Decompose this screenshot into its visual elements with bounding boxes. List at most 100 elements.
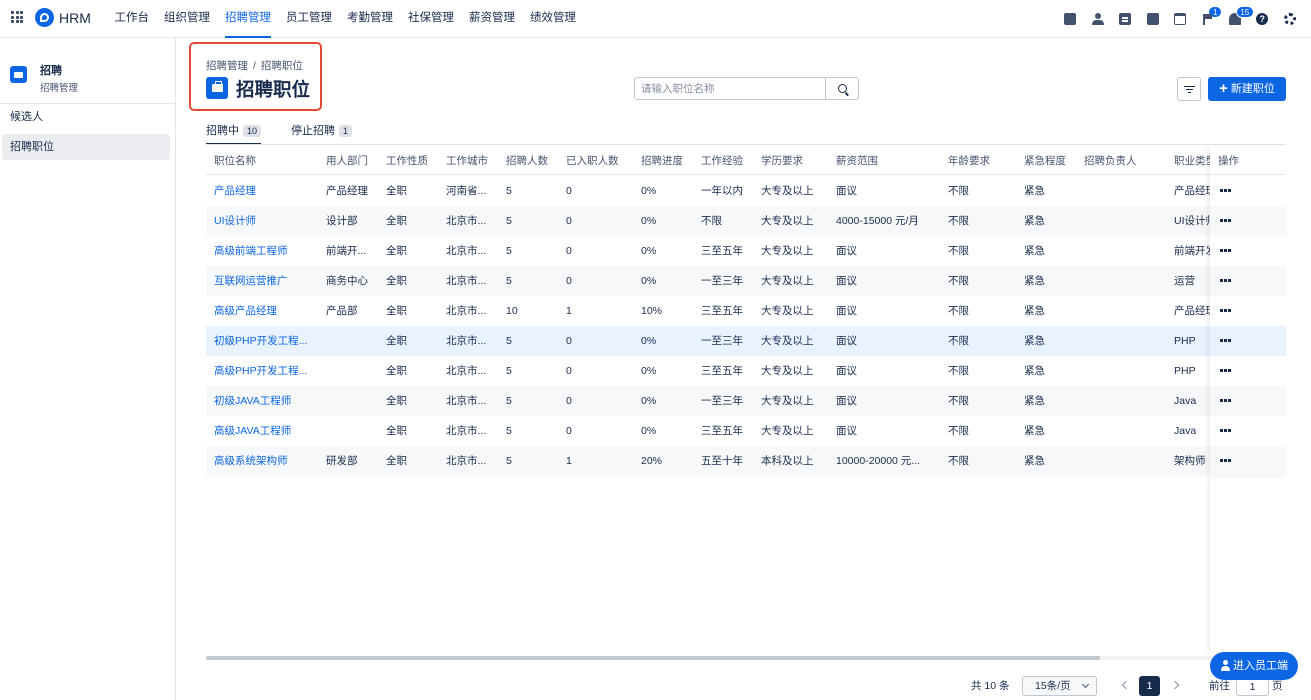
nav-item[interactable]: 绩效管理 (523, 0, 584, 38)
position-name-link[interactable]: 高级系统架构师 (214, 446, 312, 476)
contacts-icon[interactable] (1091, 13, 1104, 25)
calendar-icon[interactable] (1174, 13, 1187, 25)
nav-item[interactable]: 工作台 (107, 0, 157, 38)
nav-item[interactable]: 招聘管理 (218, 0, 279, 38)
column-header[interactable]: 已入职人数 (566, 147, 636, 175)
more-actions-icon[interactable] (1220, 459, 1231, 462)
column-header[interactable]: 年龄要求 (948, 147, 1018, 175)
column-header[interactable]: 招聘人数 (506, 147, 558, 175)
hrm-logo-icon[interactable] (35, 8, 54, 27)
table-row[interactable]: 产品经理 产品经理 全职 河南省... 5 0 0% 一年以内 大专及以上 面议 不限 紧急 产品经理 (206, 176, 1210, 206)
more-actions-icon[interactable] (1220, 219, 1231, 222)
sidebar-subtitle: 招聘管理 (40, 83, 79, 94)
position-name-link[interactable]: 高级PHP开发工程... (214, 356, 312, 386)
table-cell: 大专及以上 (761, 275, 814, 287)
filter-button[interactable] (1177, 77, 1201, 101)
table-row[interactable]: 互联网运营推广 商务中心 全职 北京市... 5 0 0% 一至三年 大专及以上 面议 不限 紧急 运营 (206, 266, 1210, 296)
search-button[interactable] (825, 78, 858, 99)
table-cell: 紧急 (1024, 215, 1045, 227)
table-row[interactable]: 高级PHP开发工程... 全职 北京市... 5 0 0% 三至五年 大专及以上 面议 不限 紧急 P… (206, 356, 1210, 386)
table-cell: 5 (506, 395, 512, 407)
column-header[interactable]: 工作城市 (446, 147, 494, 175)
more-actions-icon[interactable] (1220, 399, 1231, 402)
more-actions-icon[interactable] (1220, 279, 1231, 282)
position-name-link[interactable]: 初级PHP开发工程... (214, 326, 312, 356)
column-header[interactable]: 招聘负责人 (1084, 147, 1169, 175)
breadcrumb-item-recruitment[interactable]: 招聘管理 (206, 60, 248, 72)
table-cell: 面议 (836, 335, 857, 347)
more-actions-icon[interactable] (1220, 429, 1231, 432)
sidebar-item-job-positions[interactable]: 招聘职位 (2, 134, 170, 160)
nav-item[interactable]: 组织管理 (157, 0, 218, 38)
page-number-current[interactable]: 1 (1139, 676, 1160, 696)
tab-label: 停止招聘 (291, 125, 336, 137)
actions-cell (1210, 176, 1286, 206)
table-row[interactable]: 高级JAVA工程师 全职 北京市... 5 0 0% 三至五年 大专及以上 面议 不限 紧急 Java (206, 416, 1210, 446)
more-actions-icon[interactable] (1220, 249, 1231, 252)
table-row[interactable]: 高级系统架构师 研发部 全职 北京市... 5 1 20% 五至十年 本科及以上 10000-20… (206, 446, 1210, 476)
employee-portal-button[interactable]: 进入员工端 (1210, 652, 1298, 680)
position-name-link[interactable]: UI设计师 (214, 206, 312, 236)
position-name-link[interactable]: 高级JAVA工程师 (214, 416, 312, 446)
table-cell: 面议 (836, 365, 857, 377)
table-row[interactable]: 高级前端工程师 前端开... 全职 北京市... 5 0 0% 三至五年 大专及以上 面议 不限 紧急… (206, 236, 1210, 266)
column-header[interactable]: 职位名称 (214, 147, 312, 175)
bell-icon[interactable]: 15 (1228, 6, 1254, 25)
page-size-select[interactable]: 15条/页 (1022, 676, 1097, 696)
column-header[interactable]: 职业类型 (1174, 147, 1210, 175)
table-row[interactable]: UI设计师 设计部 全职 北京市... 5 0 0% 不限 大专及以上 4000-15000 元/… (206, 206, 1210, 236)
table-cell: 北京市... (446, 365, 487, 377)
position-name-link[interactable]: 高级产品经理 (214, 296, 312, 326)
table-cell: 大专及以上 (761, 215, 814, 227)
app-grid-icon[interactable] (11, 11, 23, 23)
column-header[interactable]: 用人部门 (326, 147, 374, 175)
table-row[interactable]: 初级JAVA工程师 全职 北京市... 5 0 0% 一至三年 大专及以上 面议 不限 紧急 Java (206, 386, 1210, 416)
column-header[interactable]: 紧急程度 (1024, 147, 1079, 175)
more-actions-icon[interactable] (1220, 339, 1231, 342)
nav-item[interactable]: 社保管理 (401, 0, 462, 38)
new-position-button[interactable]: + 新建职位 (1208, 77, 1286, 101)
search-input[interactable] (635, 78, 825, 99)
sidebar-title: 招聘 (40, 65, 62, 77)
more-actions-icon[interactable] (1220, 189, 1231, 192)
table-cell: 产品经理 (326, 185, 368, 197)
flag-icon[interactable]: 1 (1201, 6, 1222, 25)
table-row[interactable]: 高级产品经理 产品部 全职 北京市... 10 1 10% 三至五年 大专及以上 面议 不限 紧急 产品… (206, 296, 1210, 326)
position-name-link[interactable]: 初级JAVA工程师 (214, 386, 312, 416)
brand-name[interactable]: HRM (59, 10, 91, 26)
table-cell: 北京市... (446, 395, 487, 407)
document-icon[interactable] (1119, 13, 1132, 25)
table-cell: 紧急 (1024, 305, 1045, 317)
more-actions-icon[interactable] (1220, 309, 1231, 312)
column-header[interactable]: 学历要求 (761, 147, 831, 175)
column-header[interactable]: 薪资范围 (836, 147, 936, 175)
column-header[interactable]: 招聘进度 (641, 147, 696, 175)
position-name-link[interactable]: 产品经理 (214, 176, 312, 206)
column-header[interactable]: 工作经验 (701, 147, 756, 175)
horizontal-scrollbar[interactable] (206, 656, 1100, 660)
table-cell: 全职 (386, 245, 407, 257)
nav-item[interactable]: 员工管理 (279, 0, 340, 38)
top-icon-group: 1 15 ? (1064, 0, 1311, 38)
more-actions-icon[interactable] (1220, 369, 1231, 372)
help-icon[interactable]: ? (1256, 13, 1269, 25)
tab-recruiting[interactable]: 招聘中 10 (206, 122, 262, 145)
filter-icon-line (1188, 92, 1191, 94)
tab-stopped[interactable]: 停止招聘 1 (291, 122, 353, 144)
phone-icon[interactable] (1146, 13, 1159, 25)
position-name-link[interactable]: 互联网运营推广 (214, 266, 312, 296)
nav-item[interactable]: 薪资管理 (462, 0, 523, 38)
table-cell: Java (1174, 395, 1197, 407)
task-check-icon[interactable] (1064, 13, 1077, 25)
prev-page-icon[interactable] (1121, 680, 1131, 690)
table-cell: 北京市... (446, 455, 487, 467)
nav-item[interactable]: 考勤管理 (340, 0, 401, 38)
position-name-link[interactable]: 高级前端工程师 (214, 236, 312, 266)
sidebar-item-candidates[interactable]: 候选人 (2, 104, 170, 130)
next-page-icon[interactable] (1170, 680, 1180, 690)
gear-icon[interactable] (1283, 13, 1296, 25)
column-header[interactable]: 工作性质 (386, 147, 438, 175)
table-row[interactable]: 初级PHP开发工程... 全职 北京市... 5 0 0% 一至三年 大专及以上 面议 不限 紧急 P… (206, 326, 1210, 356)
table-cell: 一至三年 (701, 275, 743, 287)
table-cell: 面议 (836, 305, 857, 317)
